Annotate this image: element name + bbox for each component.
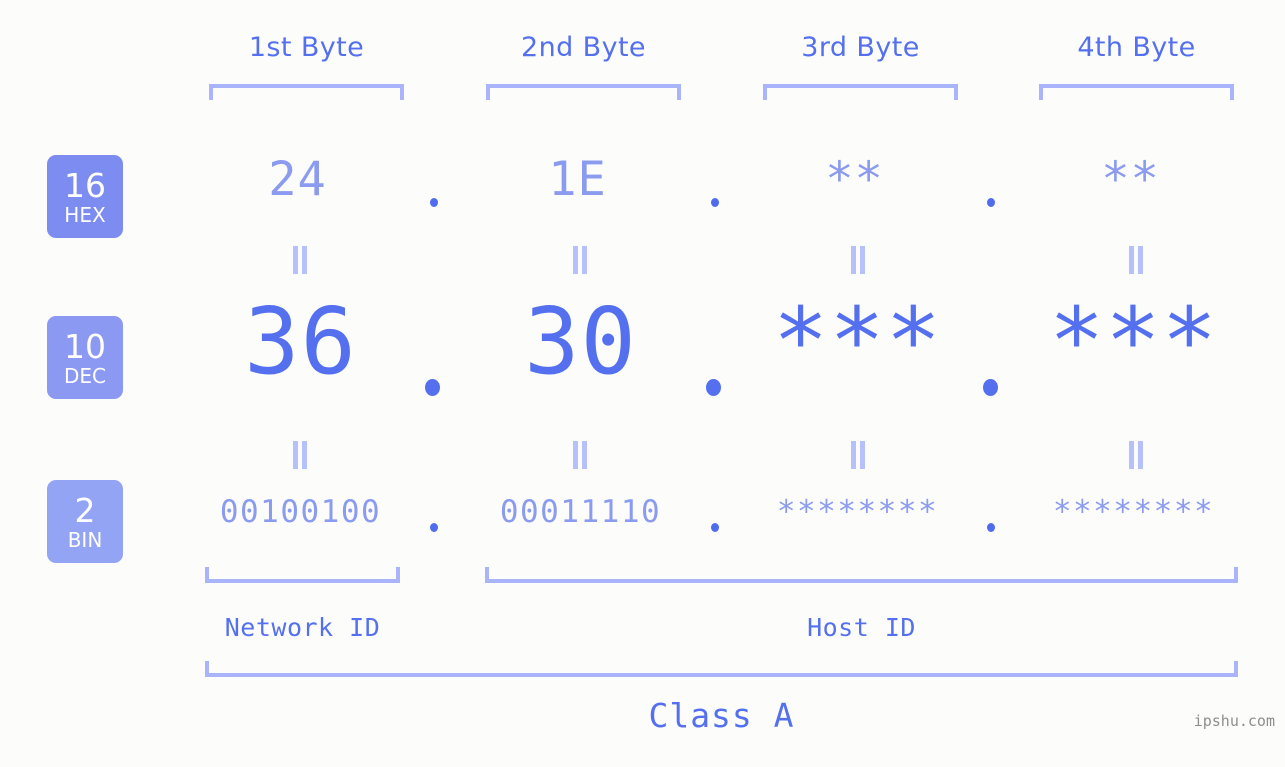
byte-header-4: 4th Byte: [1077, 32, 1196, 63]
dec-byte-3: ***: [772, 288, 943, 395]
dec-separator-dot-2: [706, 379, 721, 396]
bin-separator-dot-3: [987, 523, 995, 532]
hex-byte-1: 24: [268, 152, 327, 207]
equals-mark-hex-dec-3: [849, 246, 867, 274]
hex-byte-2: 1E: [548, 152, 607, 207]
bin-byte-3: ********: [776, 494, 939, 530]
equals-mark-dec-bin-4: [1127, 441, 1145, 469]
equals-mark-dec-bin-1: [291, 441, 309, 469]
base-badge-bin-name: BIN: [67, 527, 103, 552]
bin-separator-dot-2: [711, 523, 719, 532]
dec-separator-dot-3: [983, 379, 998, 396]
hex-separator-dot-3: [987, 198, 995, 207]
watermark: ipshu.com: [1193, 712, 1275, 730]
equals-mark-hex-dec-2: [571, 246, 589, 274]
base-badge-dec-name: DEC: [63, 363, 106, 388]
bin-byte-2: 00011110: [499, 494, 662, 530]
byte-bracket-2: [486, 84, 681, 100]
bin-byte-1: 00100100: [219, 494, 382, 530]
hex-byte-3: **: [825, 152, 884, 207]
class-bracket: [205, 661, 1238, 677]
base-badge-bin: 2 BIN: [47, 480, 123, 563]
bin-separator-dot-1: [430, 523, 438, 532]
byte-bracket-4: [1039, 84, 1234, 100]
dec-byte-1: 36: [244, 288, 357, 395]
byte-header-3: 3rd Byte: [801, 32, 920, 63]
dec-byte-2: 30: [524, 288, 637, 395]
base-badge-dec-number: 10: [64, 326, 106, 366]
byte-bracket-1: [209, 84, 404, 100]
ip-address-breakdown-diagram: 1st Byte 2nd Byte 3rd Byte 4th Byte 16 H…: [0, 0, 1285, 767]
equals-mark-dec-bin-2: [571, 441, 589, 469]
hex-byte-4: **: [1101, 152, 1160, 207]
network-id-bracket: [205, 567, 400, 583]
hex-separator-dot-1: [430, 198, 438, 207]
base-badge-hex-name: HEX: [64, 202, 106, 227]
dec-byte-4: ***: [1048, 288, 1219, 395]
network-id-label: Network ID: [224, 613, 381, 642]
host-id-label: Host ID: [807, 613, 916, 642]
equals-mark-hex-dec-1: [291, 246, 309, 274]
dec-separator-dot-1: [425, 379, 440, 396]
host-id-bracket: [485, 567, 1238, 583]
base-badge-hex-number: 16: [64, 165, 106, 205]
bin-byte-4: ********: [1052, 494, 1215, 530]
equals-mark-dec-bin-3: [849, 441, 867, 469]
byte-header-2: 2nd Byte: [521, 32, 646, 63]
base-badge-bin-number: 2: [74, 490, 96, 530]
byte-bracket-3: [763, 84, 958, 100]
equals-mark-hex-dec-4: [1127, 246, 1145, 274]
hex-separator-dot-2: [711, 198, 719, 207]
base-badge-hex: 16 HEX: [47, 155, 123, 238]
base-badge-dec: 10 DEC: [47, 316, 123, 399]
byte-header-1: 1st Byte: [248, 32, 365, 63]
class-label: Class A: [648, 696, 795, 735]
